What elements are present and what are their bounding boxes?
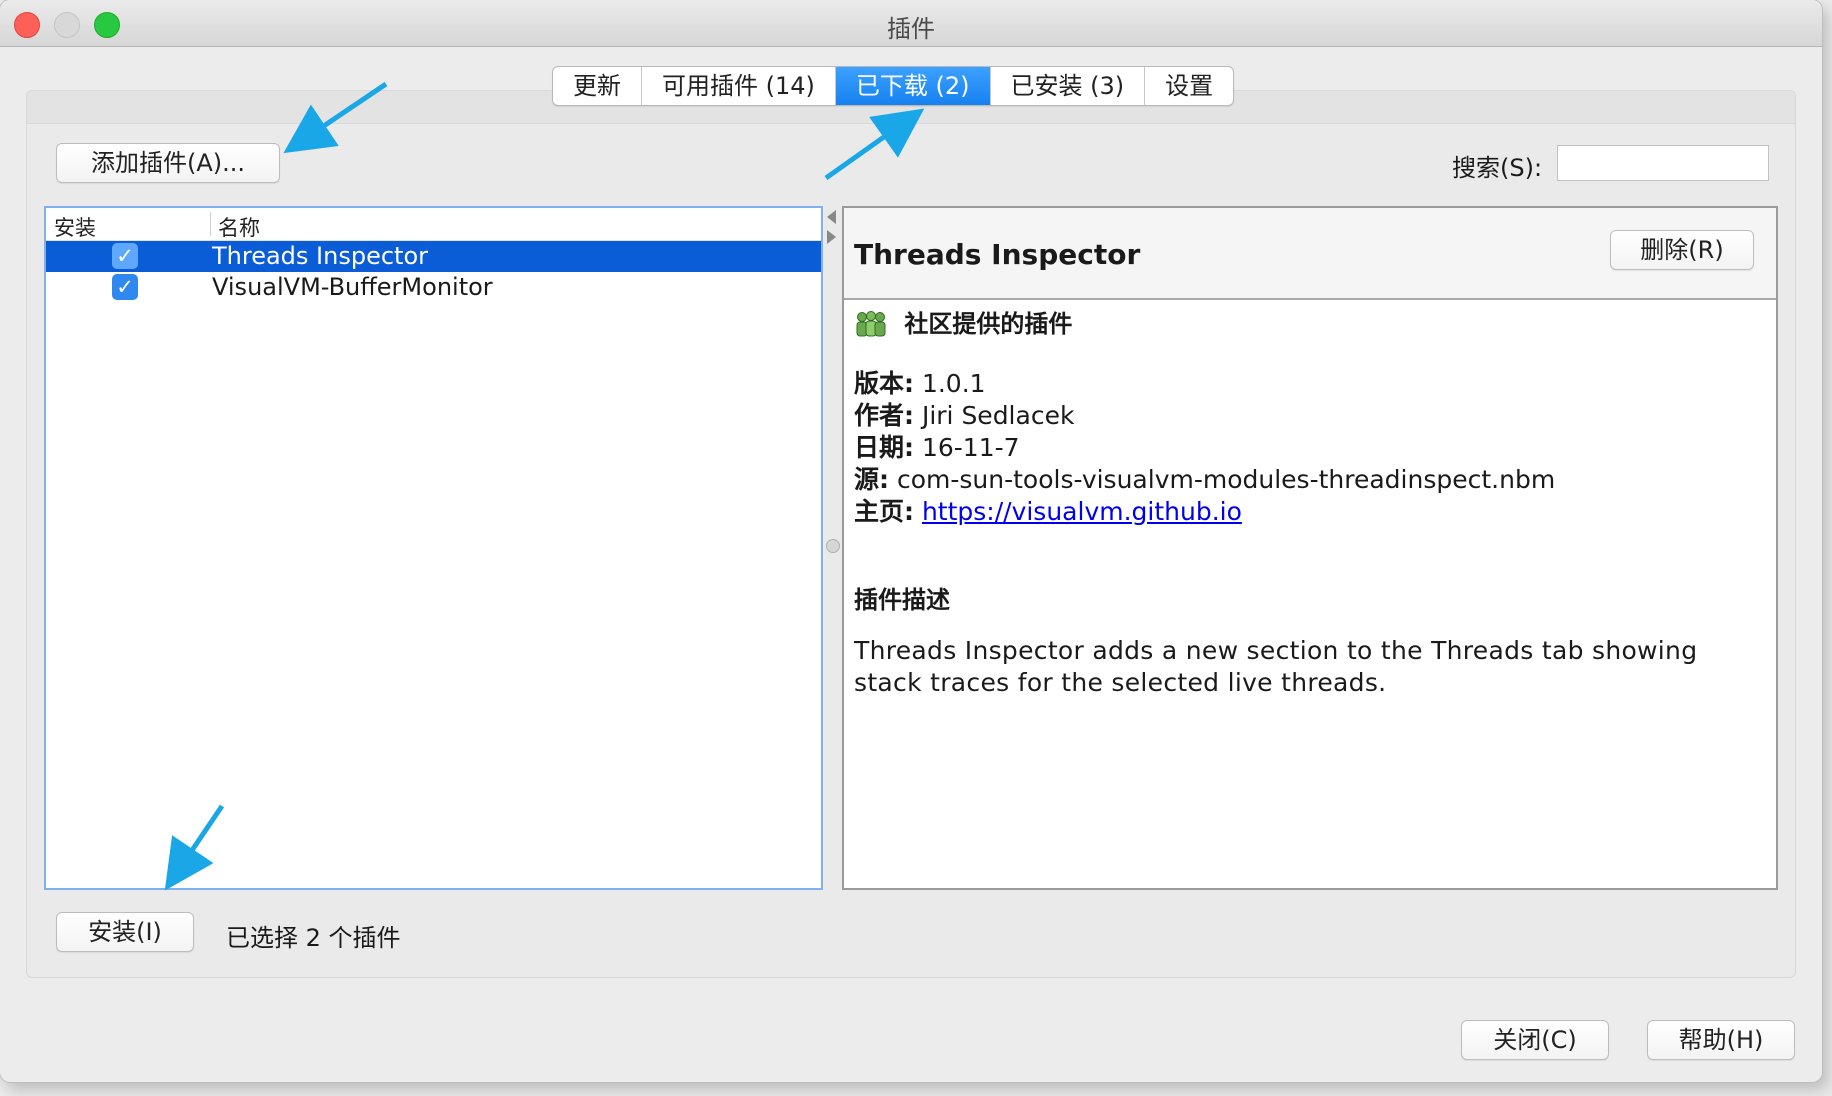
search-input[interactable] bbox=[1557, 145, 1769, 181]
window-title: 插件 bbox=[887, 15, 935, 43]
author-label: 作者: bbox=[854, 401, 914, 430]
tab-installed[interactable]: 已安装 (3) bbox=[991, 67, 1146, 105]
description-title: 插件描述 bbox=[854, 586, 950, 614]
plugin-name: Threads Inspector bbox=[212, 242, 428, 270]
selection-status: 已选择 2 个插件 bbox=[226, 924, 401, 952]
detail-title: Threads Inspector bbox=[854, 238, 1141, 271]
detail-body: 社区提供的插件 版本: 1.0.1 作者: Jiri Sedlacek 日期: … bbox=[854, 304, 1764, 699]
split-pane-divider[interactable] bbox=[824, 206, 842, 890]
author-line: 作者: Jiri Sedlacek bbox=[854, 400, 1764, 432]
date-label: 日期: bbox=[854, 433, 914, 462]
source-value: com-sun-tools-visualvm-modules-threadins… bbox=[896, 465, 1556, 494]
collapse-left-icon[interactable] bbox=[827, 210, 836, 224]
remove-button[interactable]: 删除(R) bbox=[1610, 230, 1754, 270]
checkbox-install[interactable]: ✓ bbox=[112, 243, 138, 269]
collapse-right-icon[interactable] bbox=[827, 230, 836, 244]
plugin-metadata: 版本: 1.0.1 作者: Jiri Sedlacek 日期: 16-11-7 … bbox=[854, 368, 1764, 528]
community-label: 社区提供的插件 bbox=[904, 310, 1073, 338]
author-value: Jiri Sedlacek bbox=[921, 401, 1075, 430]
tab-downloaded[interactable]: 已下载 (2) bbox=[835, 67, 991, 105]
version-line: 版本: 1.0.1 bbox=[854, 368, 1764, 400]
tab-bar: 更新 可用插件 (14) 已下载 (2) 已安装 (3) 设置 bbox=[552, 66, 1235, 106]
plugin-name: VisualVM-BufferMonitor bbox=[212, 273, 493, 301]
checkbox-install[interactable]: ✓ bbox=[112, 274, 138, 300]
date-value: 16-11-7 bbox=[921, 433, 1020, 462]
help-button[interactable]: 帮助(H) bbox=[1647, 1020, 1795, 1060]
source-label: 源: bbox=[854, 465, 889, 494]
plugin-detail-panel: Threads Inspector 删除(R) 社区提供的插件 版本: 1.0.… bbox=[842, 206, 1778, 890]
date-line: 日期: 16-11-7 bbox=[854, 432, 1764, 464]
tab-updates[interactable]: 更新 bbox=[553, 67, 642, 105]
list-header: 安装 名称 bbox=[46, 208, 821, 241]
source-line: 源: com-sun-tools-visualvm-modules-thread… bbox=[854, 464, 1764, 496]
tab-settings[interactable]: 设置 bbox=[1145, 67, 1233, 105]
homepage-label: 主页: bbox=[854, 497, 914, 526]
tab-available-plugins[interactable]: 可用插件 (14) bbox=[642, 67, 836, 105]
install-button[interactable]: 安装(I) bbox=[56, 912, 194, 952]
description-text: Threads Inspector adds a new section to … bbox=[854, 636, 1698, 697]
plugins-window: 插件 更新 可用插件 (14) 已下载 (2) 已安装 (3) 设置 添加插件(… bbox=[0, 0, 1822, 1082]
homepage-link[interactable]: https://visualvm.github.io bbox=[922, 497, 1242, 526]
table-row[interactable]: ✓ Threads Inspector bbox=[46, 241, 821, 272]
column-header-name[interactable]: 名称 bbox=[218, 212, 260, 242]
version-value: 1.0.1 bbox=[921, 369, 986, 398]
column-header-install[interactable]: 安装 bbox=[54, 212, 96, 242]
version-label: 版本: bbox=[854, 369, 914, 398]
community-badge: 社区提供的插件 bbox=[854, 304, 1764, 344]
detail-header: Threads Inspector 删除(R) bbox=[844, 208, 1776, 300]
people-icon bbox=[856, 311, 886, 337]
title-bar[interactable]: 插件 bbox=[0, 0, 1822, 47]
close-button[interactable]: 关闭(C) bbox=[1461, 1020, 1609, 1060]
table-row[interactable]: ✓ VisualVM-BufferMonitor bbox=[46, 272, 821, 303]
column-divider[interactable] bbox=[210, 212, 211, 236]
drag-handle-icon[interactable] bbox=[826, 539, 840, 553]
plugin-list[interactable]: 安装 名称 ✓ Threads Inspector ✓ VisualVM-Buf… bbox=[44, 206, 823, 890]
homepage-line: 主页: https://visualvm.github.io bbox=[854, 496, 1764, 528]
add-plugin-button[interactable]: 添加插件(A)... bbox=[56, 143, 280, 183]
search-label: 搜索(S): bbox=[1452, 154, 1543, 182]
